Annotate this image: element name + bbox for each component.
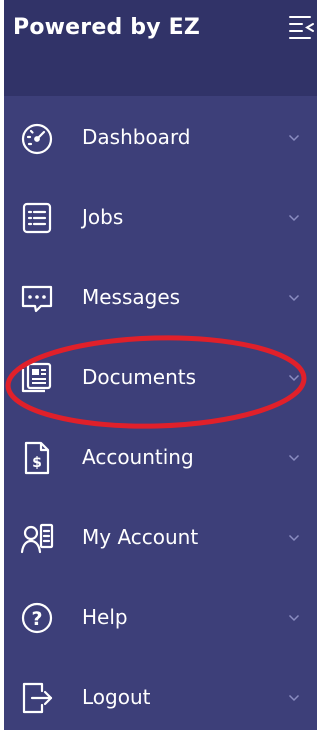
invoice-icon: $: [24, 441, 50, 475]
documents-icon: [21, 362, 52, 393]
sidebar-item-label: Dashboard: [82, 125, 191, 149]
sidebar-item-label: My Account: [82, 525, 199, 549]
sidebar-item-label: Accounting: [82, 445, 194, 469]
chevron-down-icon: [288, 534, 300, 542]
chevron-down-icon: [288, 614, 300, 622]
sidebar-item-label: Documents: [82, 365, 197, 389]
chevron-down-icon: [288, 454, 300, 462]
chevron-down-icon: [288, 694, 300, 702]
sidebar-item-label: Help: [82, 605, 128, 629]
chevron-down-icon: [288, 374, 300, 382]
sidebar-item-label: Logout: [82, 685, 151, 709]
sidebar-item-logout[interactable]: Logout: [4, 660, 317, 730]
chevron-down-icon: [288, 134, 300, 142]
help-icon: ?: [21, 602, 53, 634]
sidebar-item-accounting[interactable]: $ Accounting: [4, 420, 317, 500]
brand-title: Powered by EZ: [13, 15, 200, 40]
sidebar-item-messages[interactable]: Messages: [4, 260, 317, 340]
list-icon: [22, 202, 52, 234]
chat-icon: [21, 285, 53, 313]
sidebar-item-label: Messages: [82, 285, 181, 309]
dashboard-icon: [21, 123, 53, 155]
sidebar-item-help[interactable]: ? Help: [4, 580, 317, 660]
collapse-sidebar-button[interactable]: [280, 12, 317, 46]
sidebar-header: Powered by EZ: [4, 0, 317, 96]
sidebar: Powered by EZ Dashboard Jobs Messages Do…: [4, 0, 317, 730]
sidebar-item-jobs[interactable]: Jobs: [4, 180, 317, 260]
user-card-icon: [20, 523, 54, 554]
svg-text:$: $: [32, 455, 42, 471]
sidebar-item-documents[interactable]: Documents: [4, 340, 317, 420]
chevron-down-icon: [288, 214, 300, 222]
logout-icon: [22, 682, 53, 714]
svg-text:?: ?: [31, 608, 42, 630]
sidebar-item-my-account[interactable]: My Account: [4, 500, 317, 580]
menu-collapse-icon: [289, 16, 314, 39]
sidebar-item-dashboard[interactable]: Dashboard: [4, 100, 317, 180]
sidebar-item-label: Jobs: [82, 205, 124, 229]
chevron-down-icon: [288, 294, 300, 302]
